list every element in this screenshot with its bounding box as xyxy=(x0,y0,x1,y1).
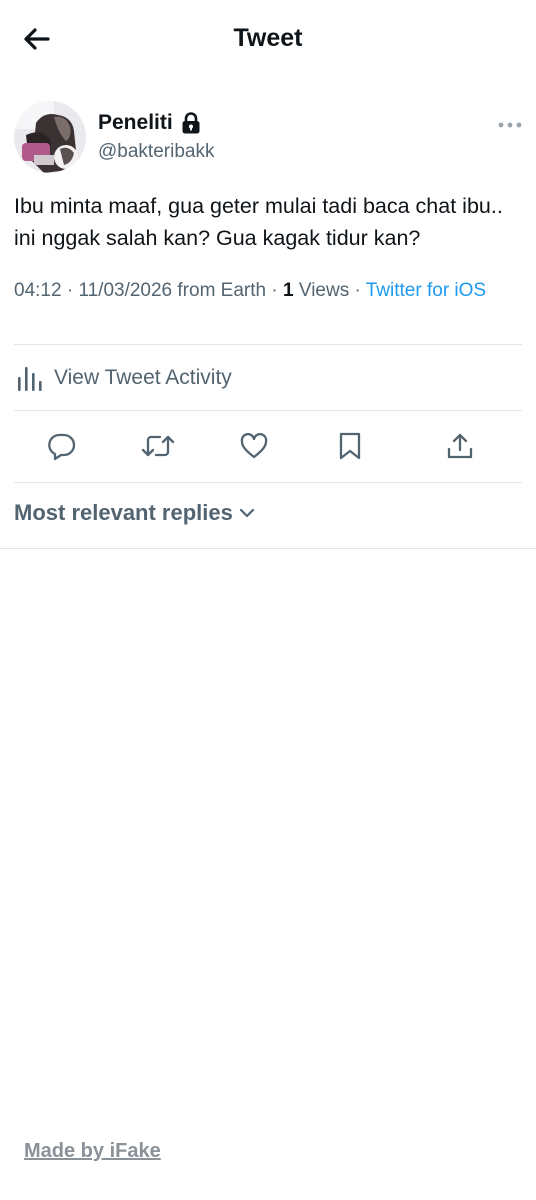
meta-separator: · xyxy=(349,280,366,301)
retweet-icon xyxy=(141,435,175,457)
views-count: 1 xyxy=(283,280,294,301)
reply-button[interactable] xyxy=(42,424,82,468)
tweet-location: from Earth xyxy=(177,280,267,301)
like-icon xyxy=(240,433,268,459)
tweet-source-link[interactable]: Twitter for iOS xyxy=(366,280,486,301)
meta-separator: · xyxy=(61,280,79,301)
watermark: Made by iFake xyxy=(24,1140,161,1162)
tweet-meta: 04:12 · 11/03/2026 from Earth · 1 Views … xyxy=(14,278,524,304)
reply-icon xyxy=(48,433,76,461)
avatar[interactable] xyxy=(14,101,86,173)
share-button[interactable] xyxy=(440,424,480,468)
username[interactable]: @bakteribakk xyxy=(98,141,214,163)
chevron-down-icon xyxy=(239,508,254,518)
view-tweet-activity-button[interactable]: View Tweet Activity xyxy=(14,356,232,400)
page-title: Tweet xyxy=(233,24,303,52)
tweet-time[interactable]: 04:12 xyxy=(14,280,62,301)
tweet-text: Ibu minta maaf, gua geter mulai tadi bac… xyxy=(14,194,503,250)
retweet-button[interactable] xyxy=(138,424,178,468)
tweet-author: Peneliti @bakteribakk xyxy=(14,101,522,175)
like-button[interactable] xyxy=(234,424,274,468)
more-horizontal-icon xyxy=(498,122,522,128)
tweet-action-bar xyxy=(0,424,536,470)
views-label: Views xyxy=(298,280,350,301)
divider xyxy=(14,344,522,345)
replies-sort-label: Most relevant replies xyxy=(14,500,233,525)
divider xyxy=(14,410,522,411)
more-options-button[interactable] xyxy=(498,115,522,135)
view-tweet-activity-label: View Tweet Activity xyxy=(54,366,232,389)
divider xyxy=(14,482,522,483)
meta-separator: · xyxy=(266,280,283,301)
bar-chart-icon xyxy=(18,367,42,391)
bookmark-button[interactable] xyxy=(330,424,370,468)
tweet-date[interactable]: 11/03/2026 xyxy=(78,280,172,301)
display-name[interactable]: Peneliti xyxy=(98,111,173,135)
lock-icon xyxy=(181,112,201,134)
share-icon xyxy=(447,433,473,459)
top-bar: Tweet xyxy=(0,0,536,78)
section-divider xyxy=(0,548,536,549)
replies-sort-dropdown[interactable]: Most relevant replies xyxy=(14,500,255,526)
display-name-row: Peneliti xyxy=(98,111,201,135)
bookmark-icon xyxy=(339,432,361,460)
